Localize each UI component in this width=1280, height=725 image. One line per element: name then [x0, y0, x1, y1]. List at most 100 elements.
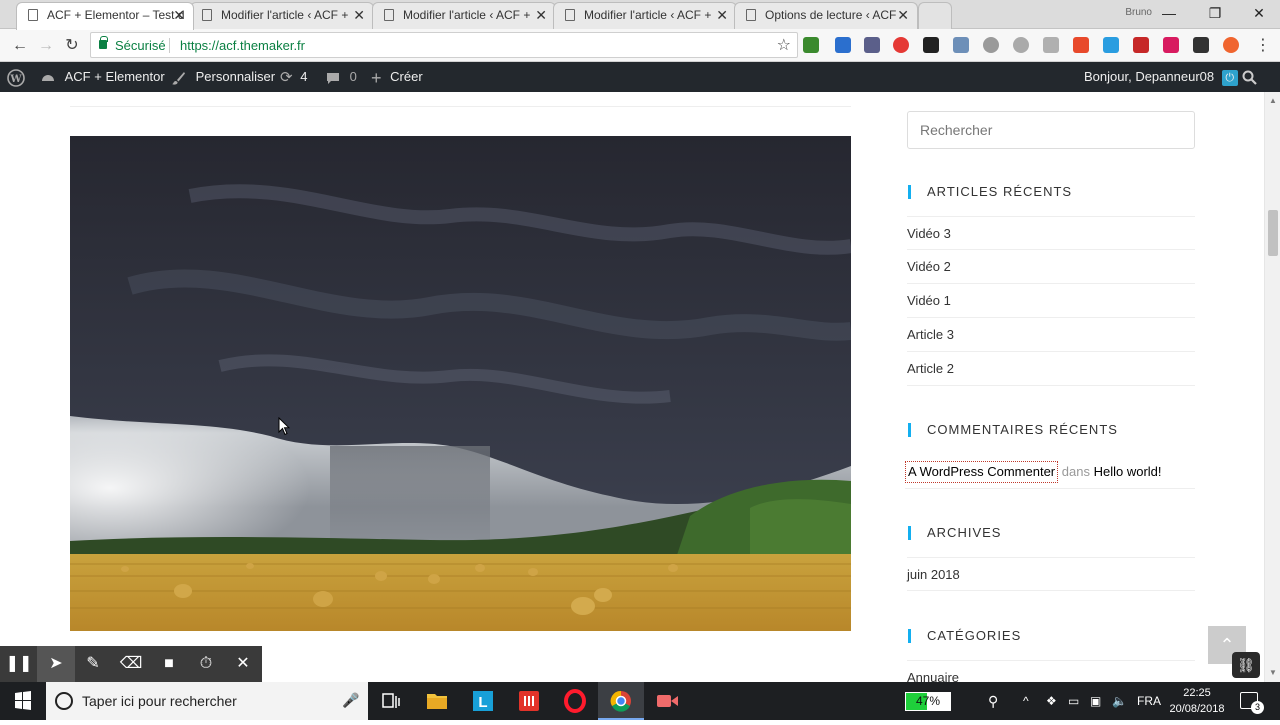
link-chain-icon[interactable]: ⛓	[1232, 652, 1260, 678]
bookmark-star-icon[interactable]: ☆	[777, 35, 791, 55]
opera-app[interactable]	[552, 682, 598, 720]
clock-time: 22:25	[1183, 687, 1211, 699]
language-indicator[interactable]: FRA	[1137, 682, 1161, 720]
comment-connector: dans	[1061, 464, 1090, 479]
camera-icon[interactable]: ■	[150, 646, 188, 682]
close-icon[interactable]: ✕	[897, 3, 909, 27]
eraser-icon[interactable]: ⌫	[112, 646, 150, 682]
microphone-icon[interactable]: 🎤	[342, 692, 359, 709]
file-explorer-app[interactable]	[414, 682, 460, 720]
page-scrollbar[interactable]: ▲ ▼	[1264, 92, 1280, 682]
dashboard-icon	[42, 74, 54, 81]
back-arrow-icon[interactable]: ←	[9, 35, 31, 57]
chevron-up-icon[interactable]: ^	[1023, 682, 1029, 720]
dropbox-icon[interactable]: ❖	[1046, 682, 1057, 720]
profile-name[interactable]: Bruno	[1125, 7, 1152, 18]
close-icon[interactable]: ✕	[353, 3, 365, 27]
close-icon[interactable]: ✕	[173, 3, 185, 27]
red-app[interactable]	[506, 682, 552, 720]
tab-modifier-article-3[interactable]: Modifier l'article ‹ ACF + ✕	[553, 2, 737, 29]
close-icon[interactable]: ✕	[224, 646, 262, 682]
tab-title: Options de lecture ‹ ACF	[765, 8, 897, 22]
reload-icon[interactable]: ↻	[61, 35, 83, 57]
extension-icon[interactable]	[1043, 37, 1059, 53]
windows-taskbar: Taper ici pour rechercher 🎤 L ⚲ ^ ❖ ▭ ▣ …	[0, 682, 1280, 720]
comment-author-link[interactable]: A WordPress Commenter	[905, 461, 1059, 483]
extension-icon[interactable]	[893, 37, 909, 53]
lexique-app[interactable]: L	[460, 682, 506, 720]
extension-icon[interactable]	[1133, 37, 1149, 53]
chrome-icon	[610, 690, 631, 712]
browser-toolbar: ← → ↻ Sécurisé https://acf.themaker.fr ☆…	[0, 29, 1280, 62]
comment-post-link[interactable]: Hello world!	[1094, 464, 1162, 479]
extension-icon[interactable]	[803, 37, 819, 53]
extension-icon[interactable]	[1013, 37, 1029, 53]
new-content-link[interactable]: + Créer	[371, 62, 423, 92]
scroll-down-icon[interactable]: ▼	[1269, 668, 1277, 677]
categories-list: Annuaire	[907, 660, 1195, 682]
recorder-app[interactable]	[644, 682, 690, 720]
task-view-button[interactable]	[368, 682, 414, 720]
volume-icon[interactable]: 🔈	[1112, 682, 1127, 720]
extension-icon[interactable]	[1163, 37, 1179, 53]
timer-icon[interactable]: ⏱	[187, 646, 225, 682]
tab-title: ACF + Elementor – Test d	[47, 8, 185, 22]
wordpress-logo-icon[interactable]: W	[7, 62, 25, 92]
list-item[interactable]: Article 3	[907, 318, 1195, 352]
customize-link[interactable]: Personnaliser	[171, 62, 275, 92]
extension-icon[interactable]	[983, 37, 999, 53]
pointer-icon[interactable]: ➤	[37, 646, 75, 682]
extension-icon[interactable]	[1073, 37, 1089, 53]
admin-search-icon[interactable]	[1242, 62, 1257, 92]
pen-icon[interactable]: ✎	[74, 646, 112, 682]
scroll-up-icon[interactable]: ▲	[1269, 96, 1277, 105]
battery-tray-icon[interactable]: ▭	[1068, 682, 1079, 720]
tab-modifier-article-1[interactable]: Modifier l'article ‹ ACF + ✕	[190, 2, 374, 29]
cortana-icon	[55, 692, 73, 710]
list-item[interactable]: Vidéo 3	[907, 216, 1195, 250]
system-clock[interactable]: 22:25 20/08/2018	[1168, 685, 1226, 717]
scrollbar-thumb[interactable]	[1268, 210, 1278, 256]
chrome-app[interactable]	[598, 682, 644, 720]
list-item[interactable]: juin 2018	[907, 557, 1195, 591]
list-item[interactable]: Vidéo 1	[907, 284, 1195, 318]
forward-arrow-icon[interactable]: →	[35, 35, 57, 57]
network-icon[interactable]: ▣	[1090, 682, 1101, 720]
my-account-link[interactable]: Bonjour, Depanneur08 ⏻	[1084, 62, 1238, 92]
people-icon[interactable]: ⚲	[988, 682, 998, 720]
address-bar[interactable]: Sécurisé https://acf.themaker.fr ☆	[90, 32, 798, 58]
extension-icon[interactable]	[953, 37, 969, 53]
list-item[interactable]: Article 2	[907, 352, 1195, 386]
pause-icon[interactable]: ❚❚	[0, 646, 38, 682]
url-text[interactable]: https://acf.themaker.fr	[180, 38, 305, 53]
new-tab-button[interactable]	[918, 2, 952, 29]
sidebar-search-input[interactable]: Rechercher	[907, 111, 1195, 149]
page-icon	[28, 9, 38, 21]
page-content: Rechercher ARTICLES RÉCENTS Vidéo 3 Vidé…	[0, 92, 1264, 682]
extension-icon[interactable]	[864, 37, 880, 53]
extension-icon[interactable]	[923, 37, 939, 53]
comment-bubble-icon	[327, 72, 339, 84]
extension-icon[interactable]	[835, 37, 851, 53]
updates-link[interactable]: ⟳ 4	[280, 62, 307, 92]
list-item[interactable]: Vidéo 2	[907, 250, 1195, 284]
close-icon[interactable]: ✕	[535, 3, 547, 27]
tab-modifier-article-2[interactable]: Modifier l'article ‹ ACF + ✕	[372, 2, 556, 29]
extension-icon[interactable]	[1223, 37, 1239, 53]
extension-icon[interactable]	[1103, 37, 1119, 53]
tab-acf-elementor[interactable]: ACF + Elementor – Test d ✕	[16, 2, 194, 30]
list-item[interactable]: Annuaire	[907, 660, 1195, 682]
close-icon[interactable]: ✕	[716, 3, 728, 27]
taskbar-search-box[interactable]: Taper ici pour rechercher 🎤	[46, 682, 368, 720]
tab-options-lecture[interactable]: Options de lecture ‹ ACF ✕	[734, 2, 918, 29]
menu-dots-icon[interactable]: ⋮	[1252, 35, 1274, 57]
minimize-icon[interactable]: —	[1160, 4, 1178, 22]
extension-icon[interactable]	[1193, 37, 1209, 53]
maximize-icon[interactable]: ❐	[1206, 4, 1224, 22]
lock-icon	[99, 36, 108, 49]
site-name-link[interactable]: ACF + Elementor	[40, 62, 165, 92]
start-button[interactable]	[0, 682, 46, 720]
comments-link[interactable]: 0	[325, 62, 357, 92]
battery-percent: 47%	[915, 694, 941, 708]
window-close-icon[interactable]: ✕	[1250, 4, 1268, 22]
